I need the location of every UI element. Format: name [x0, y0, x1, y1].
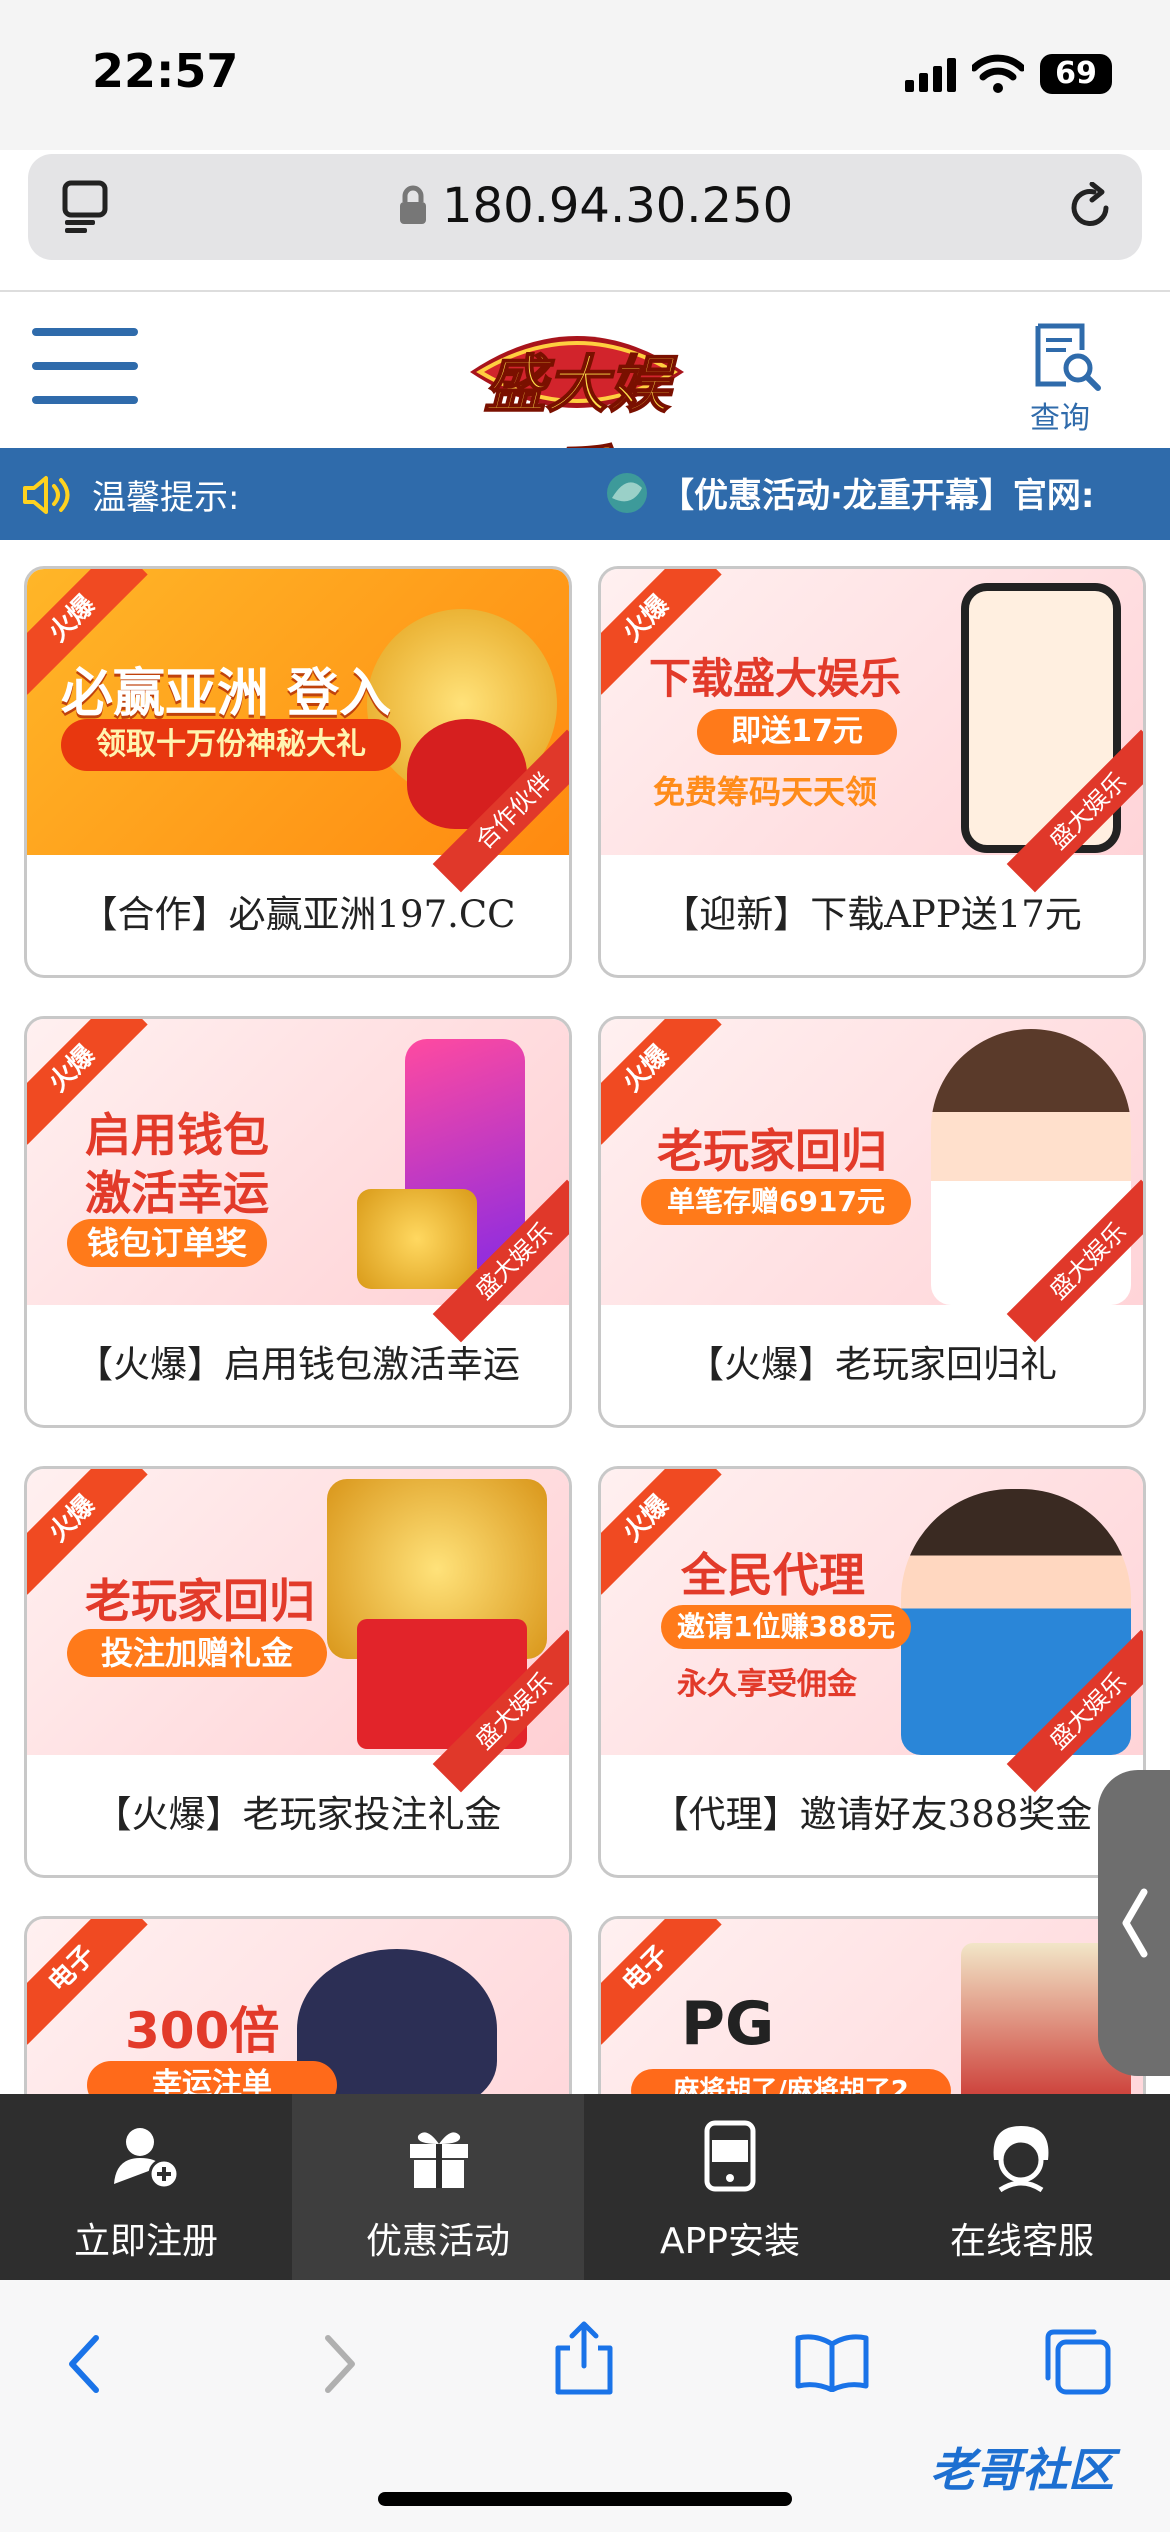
- promo-pill: 钱包订单奖: [67, 1219, 267, 1267]
- promo-card[interactable]: PG 麻将胡了/麻将胡了2 电子: [598, 1916, 1146, 2116]
- status-bar: 22:57 69: [0, 0, 1170, 150]
- speaker-icon: [23, 476, 70, 514]
- share-icon[interactable]: [552, 2320, 616, 2396]
- tab-label: 优惠活动: [365, 2221, 510, 2262]
- tabs-icon[interactable]: [1042, 2326, 1112, 2396]
- query-label[interactable]: 查询: [1030, 393, 1090, 437]
- bookmarks-icon[interactable]: [794, 2332, 870, 2392]
- tab-label: 立即注册: [73, 2221, 218, 2262]
- menu-icon-bar: [32, 362, 138, 370]
- notice-title: 温馨提示:: [92, 478, 240, 518]
- promo-caption[interactable]: 【合作】必赢亚洲197.CC: [27, 855, 569, 975]
- promo-headline: 必赢亚洲 登入: [61, 664, 392, 724]
- promo-headline: 老玩家回归: [85, 1574, 315, 1628]
- promo-card[interactable]: 全民代理 邀请1位赚388元 永久享受佣金 盛大娱乐 火爆 【代理】邀请好友38…: [598, 1466, 1146, 1878]
- watermark: 老哥社区: [930, 2443, 1114, 2497]
- support-agent-icon: [993, 2126, 1049, 2193]
- tab-app-install[interactable]: APP安装: [584, 2094, 876, 2280]
- tab-register[interactable]: 立即注册: [0, 2094, 292, 2280]
- site-logo[interactable]: 盛大娱乐: [450, 310, 704, 512]
- promo-caption[interactable]: 【火爆】老玩家投注礼金: [27, 1755, 569, 1875]
- coin-stack-illustration: [357, 1189, 477, 1289]
- phone-app-icon: [704, 2120, 756, 2192]
- promo-headline: 300倍: [125, 2002, 280, 2060]
- notice-message[interactable]: 【优惠活动·龙重开幕】官网:: [660, 468, 1095, 517]
- promo-card[interactable]: 300倍 幸运注单 电子: [24, 1916, 572, 2116]
- home-indicator[interactable]: [378, 2492, 792, 2506]
- promo-card[interactable]: 启用钱包 激活幸运 钱包订单奖 盛大娱乐 火爆 【火爆】启用钱包激活幸运: [24, 1016, 572, 1428]
- reload-icon[interactable]: [1064, 182, 1116, 234]
- url-text[interactable]: 180.94.30.250: [442, 178, 793, 234]
- menu-icon-bar: [32, 328, 138, 336]
- chevron-left-icon: [1122, 1888, 1148, 1958]
- dragon-icon: [607, 473, 647, 513]
- back-icon[interactable]: [64, 2332, 104, 2396]
- promo-caption[interactable]: 【火爆】启用钱包激活幸运: [27, 1305, 569, 1425]
- promo-caption[interactable]: 【迎新】下载APP送17元: [601, 855, 1143, 975]
- bottom-tab-bar: 立即注册 优惠活动 APP安装 在线客服: [0, 2094, 1170, 2280]
- promo-caption[interactable]: 【火爆】老玩家回归礼: [601, 1305, 1143, 1425]
- battery-indicator: 69: [1040, 54, 1112, 94]
- status-time: 22:57: [92, 44, 239, 98]
- side-drawer-handle[interactable]: [1098, 1770, 1170, 2076]
- promo-headline: 老玩家回归: [657, 1124, 887, 1178]
- promo-pill: 投注加赠礼金: [67, 1629, 327, 1677]
- promo-sub: 免费筹码天天领: [653, 773, 878, 811]
- promo-card[interactable]: 必赢亚洲 登入 领取十万份神秘大礼 合作伙伴 火爆 【合作】必赢亚洲197.CC: [24, 566, 572, 978]
- tab-promotions[interactable]: 优惠活动: [292, 2094, 584, 2280]
- menu-icon-bar: [32, 396, 138, 404]
- promo-pill: 单笔存赠6917元: [641, 1179, 911, 1225]
- tab-customer-service[interactable]: 在线客服: [876, 2094, 1168, 2280]
- promo-card[interactable]: 下载盛大娱乐 即送17元 免费筹码天天领 盛大娱乐 火爆 【迎新】下载APP送1…: [598, 566, 1146, 978]
- gift-icon: [410, 2132, 468, 2188]
- reader-mode-icon[interactable]: [62, 180, 110, 234]
- user-add-icon: [114, 2128, 180, 2190]
- promo-caption[interactable]: 【代理】邀请好友388奖金: [601, 1755, 1143, 1875]
- promo-sub: 永久享受佣金: [677, 1667, 857, 1702]
- tab-label: 在线客服: [949, 2221, 1094, 2262]
- lock-icon: [400, 185, 426, 224]
- tab-label: APP安装: [659, 2221, 801, 2262]
- wifi-icon: [972, 54, 1024, 93]
- promo-headline: 下载盛大娱乐: [649, 654, 902, 703]
- promo-pill: 邀请1位赚388元: [661, 1605, 911, 1649]
- promo-sub: 领取十万份神秘大礼: [61, 719, 401, 771]
- signal-icon: [905, 58, 956, 92]
- promo-headline: 启用钱包: [85, 1108, 269, 1162]
- promo-card[interactable]: 老玩家回归 单笔存赠6917元 盛大娱乐 火爆 【火爆】老玩家回归礼: [598, 1016, 1146, 1428]
- promo-pill: 即送17元: [697, 709, 897, 755]
- promo-card[interactable]: 老玩家回归 投注加赠礼金 盛大娱乐 火爆 【火爆】老玩家投注礼金: [24, 1466, 572, 1878]
- promo-headline-2: 激活幸运: [85, 1166, 269, 1220]
- query-icon[interactable]: [1032, 322, 1102, 392]
- promo-headline: PG: [681, 1989, 775, 2059]
- promo-headline: 全民代理: [681, 1548, 865, 1602]
- forward-icon[interactable]: [320, 2332, 360, 2396]
